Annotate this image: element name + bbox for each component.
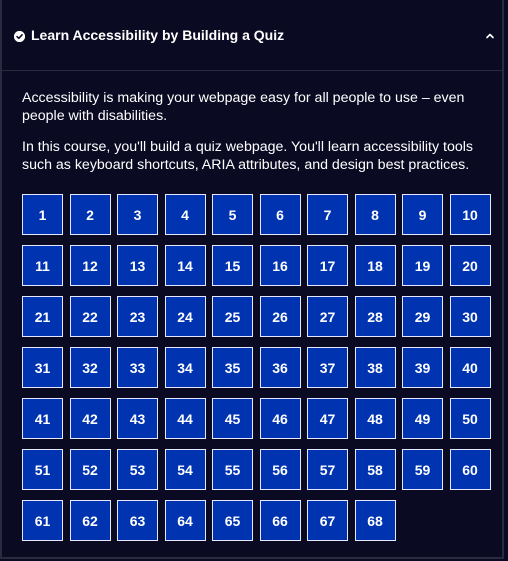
step-button[interactable]: 60 — [449, 449, 491, 490]
step-button[interactable]: 17 — [307, 245, 348, 286]
step-button[interactable]: 35 — [212, 347, 253, 388]
step-button[interactable]: 68 — [354, 500, 396, 541]
step-button[interactable]: 56 — [259, 449, 301, 490]
step-button[interactable]: 37 — [307, 347, 348, 388]
step-button[interactable]: 54 — [164, 449, 206, 490]
step-button[interactable]: 21 — [22, 296, 63, 337]
step-button[interactable]: 18 — [354, 245, 396, 286]
step-button[interactable]: 28 — [354, 296, 396, 337]
step-grid: 1 2 3 4 5 6 7 8 9 10 11 12 13 14 15 16 17 18 19 20 21 22 23 24 2… — [22, 194, 492, 541]
step-button[interactable]: 14 — [164, 245, 206, 286]
step-button[interactable]: 20 — [449, 245, 491, 286]
step-button[interactable]: 23 — [117, 296, 158, 337]
step-button[interactable]: 59 — [402, 449, 443, 490]
step-button[interactable]: 53 — [117, 449, 158, 490]
step-button[interactable]: 57 — [307, 449, 348, 490]
step-button[interactable]: 2 — [69, 194, 111, 235]
step-button[interactable]: 62 — [69, 500, 111, 541]
step-button[interactable]: 3 — [117, 194, 158, 235]
chevron-up-icon[interactable] — [484, 31, 496, 41]
step-button[interactable]: 7 — [307, 194, 348, 235]
step-button[interactable]: 16 — [259, 245, 301, 286]
step-button[interactable]: 63 — [117, 500, 158, 541]
step-button[interactable]: 46 — [259, 398, 301, 439]
step-button[interactable]: 49 — [402, 398, 443, 439]
step-button[interactable]: 15 — [212, 245, 253, 286]
step-button[interactable]: 39 — [402, 347, 443, 388]
step-button[interactable]: 34 — [164, 347, 206, 388]
step-button[interactable]: 29 — [402, 296, 443, 337]
step-button[interactable]: 4 — [164, 194, 206, 235]
course-title: Learn Accessibility by Building a Quiz — [31, 27, 285, 43]
course-header-toggle[interactable]: Learn Accessibility by Building a Quiz — [2, 0, 504, 71]
step-button[interactable]: 5 — [212, 194, 253, 235]
step-button[interactable]: 10 — [449, 194, 491, 235]
course-panel: Learn Accessibility by Building a Quiz A… — [0, 0, 504, 559]
step-button[interactable]: 36 — [259, 347, 301, 388]
step-button[interactable]: 13 — [117, 245, 158, 286]
step-button[interactable]: 6 — [259, 194, 301, 235]
step-button[interactable]: 61 — [22, 500, 63, 541]
step-button[interactable]: 38 — [354, 347, 396, 388]
step-button[interactable]: 31 — [22, 347, 63, 388]
step-button[interactable]: 1 — [22, 194, 63, 235]
step-button[interactable]: 26 — [259, 296, 301, 337]
step-button[interactable]: 40 — [449, 347, 491, 388]
step-button[interactable]: 11 — [22, 245, 63, 286]
step-button[interactable]: 66 — [259, 500, 301, 541]
step-button[interactable]: 65 — [212, 500, 253, 541]
course-details-text: In this course, you'll build a quiz webp… — [22, 139, 474, 173]
check-circle-icon — [14, 31, 25, 42]
step-button[interactable]: 33 — [117, 347, 158, 388]
step-button[interactable]: 42 — [69, 398, 111, 439]
step-button[interactable]: 27 — [307, 296, 348, 337]
step-button[interactable]: 48 — [354, 398, 396, 439]
step-button[interactable]: 41 — [22, 398, 63, 439]
step-button[interactable]: 67 — [307, 500, 348, 541]
step-button[interactable]: 64 — [164, 500, 206, 541]
step-button[interactable]: 55 — [212, 449, 253, 490]
step-button[interactable]: 12 — [69, 245, 111, 286]
step-button[interactable]: 32 — [69, 347, 111, 388]
step-button[interactable]: 45 — [212, 398, 253, 439]
step-button[interactable]: 30 — [449, 296, 491, 337]
step-button[interactable]: 47 — [307, 398, 348, 439]
step-button[interactable]: 25 — [212, 296, 253, 337]
step-button[interactable]: 22 — [69, 296, 111, 337]
step-button[interactable]: 52 — [69, 449, 111, 490]
step-button[interactable]: 24 — [164, 296, 206, 337]
step-button[interactable]: 19 — [402, 245, 443, 286]
step-button[interactable]: 43 — [117, 398, 158, 439]
step-button[interactable]: 44 — [164, 398, 206, 439]
course-intro-text: Accessibility is making your webpage eas… — [22, 90, 465, 124]
step-button[interactable]: 51 — [22, 449, 63, 490]
step-button[interactable]: 8 — [354, 194, 396, 235]
step-button[interactable]: 58 — [354, 449, 396, 490]
step-button[interactable]: 50 — [449, 398, 491, 439]
step-button[interactable]: 9 — [402, 194, 443, 235]
